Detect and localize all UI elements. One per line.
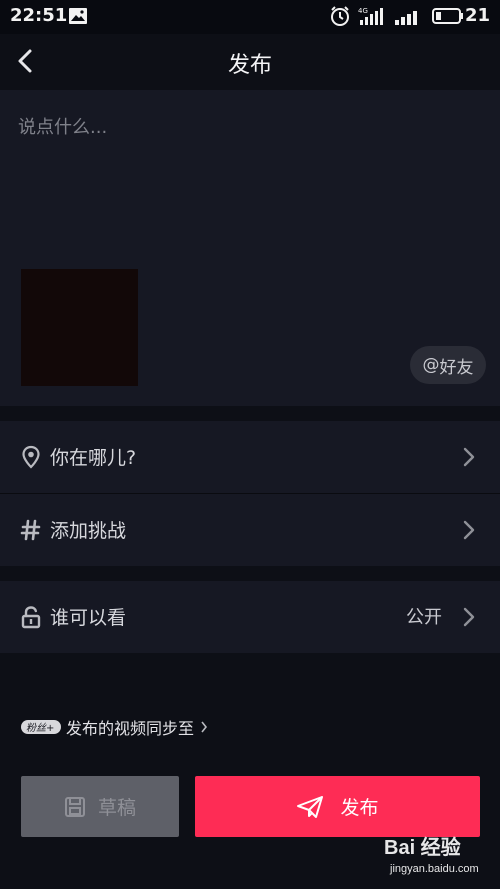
visibility-row[interactable]: 谁可以看 公开	[0, 581, 500, 653]
location-pin-icon	[22, 445, 40, 469]
baidu-jingyan-watermark: Bai 经验 jingyan.baidu.com	[384, 831, 494, 883]
status-time: 22:51	[10, 5, 68, 26]
svg-text:粉丝+: 粉丝+	[26, 722, 54, 734]
chevron-right-icon	[463, 607, 475, 627]
challenge-row[interactable]: 添加挑战	[0, 494, 500, 566]
visibility-label: 谁可以看	[50, 607, 127, 629]
caption-input[interactable]: 说点什么...	[18, 113, 107, 139]
signal-4g-icon: 4G	[358, 7, 383, 25]
mention-friend-label: 好友	[439, 357, 474, 378]
caption-compose-area[interactable]: 说点什么... @ 好友	[0, 90, 500, 406]
watermark-brand: Bai 经验	[384, 837, 461, 859]
header: 发布	[0, 34, 500, 90]
alarm-icon	[331, 6, 349, 26]
draft-label: 草稿	[97, 797, 136, 819]
battery-level: 21	[464, 5, 490, 26]
visibility-value: 公开	[406, 607, 442, 628]
challenge-label: 添加挑战	[50, 520, 127, 542]
publish-button[interactable]: 发布	[195, 776, 480, 837]
watermark-url: jingyan.baidu.com	[390, 863, 479, 875]
sync-to-platform[interactable]: 粉丝+ 发布的视频同步至	[20, 713, 208, 741]
draft-save-icon	[64, 796, 85, 817]
chevron-right-icon	[201, 721, 208, 733]
video-cover-thumbnail[interactable]	[21, 269, 138, 386]
at-icon: @	[422, 355, 440, 375]
publish-label: 发布	[340, 797, 379, 819]
chevron-right-icon	[463, 520, 475, 540]
location-label: 你在哪儿?	[50, 447, 137, 469]
chevron-right-icon	[463, 447, 475, 467]
mention-friend-button[interactable]: @ 好友	[410, 346, 486, 384]
hashtag-icon	[20, 519, 41, 541]
image-notification-icon	[69, 8, 87, 24]
signal-icon	[395, 11, 417, 25]
sync-label: 发布的视频同步至	[66, 719, 195, 738]
battery-icon	[432, 8, 463, 24]
svg-text:4G: 4G	[358, 7, 368, 15]
status-bar: 22:51 4G 21	[0, 0, 500, 34]
save-draft-button[interactable]: 草稿	[21, 776, 179, 837]
unlock-icon	[21, 606, 41, 629]
send-icon	[297, 795, 324, 818]
fans-plus-badge-icon: 粉丝+	[21, 720, 61, 734]
location-row[interactable]: 你在哪儿?	[0, 421, 500, 493]
page-title: 发布	[227, 53, 272, 78]
